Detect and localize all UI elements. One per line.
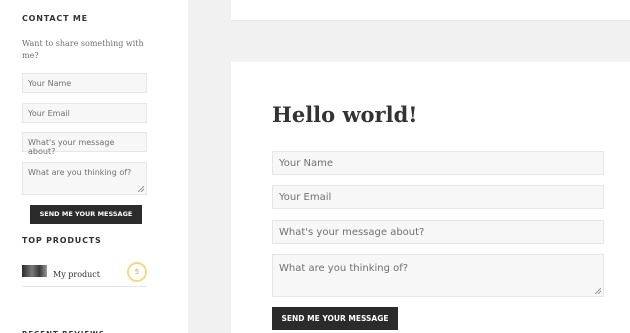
sidebar-subject-field[interactable]: What's your message about? xyxy=(22,132,147,156)
contact-widget-title: CONTACT ME xyxy=(22,14,88,23)
main-send-button[interactable]: SEND ME YOUR MESSAGE xyxy=(272,307,398,330)
post-title[interactable]: Hello world! xyxy=(272,101,418,129)
main-subject-field[interactable]: What's your message about? xyxy=(272,220,604,244)
sidebar-name-field[interactable]: Your Name xyxy=(22,73,147,93)
main-message-field[interactable]: What are you thinking of? xyxy=(272,254,604,297)
previous-post-card xyxy=(231,0,630,21)
main-name-field[interactable]: Your Name xyxy=(272,151,604,175)
top-products-title: TOP PRODUCTS xyxy=(22,236,102,245)
sidebar-message-field[interactable]: What are you thinking of? xyxy=(22,162,147,195)
resize-handle-icon[interactable] xyxy=(138,186,144,192)
sidebar-email-field[interactable]: Your Email xyxy=(22,103,147,123)
sidebar-message-placeholder: What are you thinking of? xyxy=(28,168,132,177)
sidebar: CONTACT ME Want to share something with … xyxy=(0,0,188,333)
main-message-placeholder: What are you thinking of? xyxy=(279,263,409,274)
product-name-link[interactable]: My product xyxy=(53,270,100,279)
contact-intro-text: Want to share something with me? xyxy=(22,39,144,60)
product-thumbnail[interactable] xyxy=(22,265,47,277)
main-email-field[interactable]: Your Email xyxy=(272,185,604,209)
sidebar-send-button[interactable]: SEND ME YOUR MESSAGE xyxy=(30,205,142,224)
next-widget-title: RECENT REVIEWS xyxy=(22,328,107,333)
product-count-badge: 5 xyxy=(127,262,147,282)
product-divider xyxy=(22,286,147,287)
resize-handle-icon[interactable] xyxy=(595,288,601,294)
